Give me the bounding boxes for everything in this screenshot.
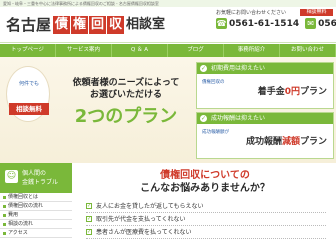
sidebar-item[interactable]: 費用 [0, 211, 72, 220]
fax-icon: ✉ [305, 18, 317, 29]
worry-item: ✓ 友人にお金を貸したが返してもらえない [86, 200, 326, 213]
plan-body: 成功報酬額が 成功報酬減額プラン [197, 124, 333, 159]
sidebar: ☺ 個人間の 金銭トラブル 債権回収とは 債権回収の流れ 費用 相談の流れ アク… [0, 163, 72, 252]
page: 愛知・岐阜・三重を中心に法律事務所による債権回収のご相談 - 名古屋債権回収相談… [0, 0, 336, 252]
sidebar-list: 債権回収とは 債権回収の流れ 費用 相談の流れ アクセス [0, 193, 72, 238]
nav-top[interactable]: トップページ [0, 44, 56, 57]
site-tagline: 愛知・岐阜・三重を中心に法律事務所による債権回収のご相談 - 名古屋債権回収相談… [0, 0, 336, 7]
logo-box: 債 [53, 16, 71, 34]
sidebar-item[interactable]: 債権回収の流れ [0, 202, 72, 211]
contact-label: お気軽にお問い合わせください [216, 10, 287, 16]
hero-headline: 依頼者様のニーズによって お選びいただける 2つのプラン [56, 77, 196, 147]
check-icon: ✓ [200, 115, 207, 122]
hero-line1: 依頼者様のニーズによって [72, 78, 180, 88]
logo-prefix: 名古屋 [6, 16, 52, 34]
plan-head-text: 初期費用は抑えたい [211, 65, 266, 72]
nav-blog[interactable]: ブログ [168, 44, 224, 57]
worry-item: ✓ 取引先が代金を支払ってくれない [86, 213, 326, 226]
ribbon-line1: 何件でも [18, 81, 39, 87]
main-content: 債権回収についての こんなお悩みありませんか？ ✓ 友人にお金を貸したが返してもら… [74, 163, 336, 252]
sidebar-head-line1: 個人間の [22, 170, 47, 177]
sidebar-item[interactable]: アクセス [0, 229, 72, 238]
nav-qa[interactable]: Q ＆ A [112, 44, 168, 57]
logo-box: 収 [107, 16, 125, 34]
worry-text: 取引先が代金を支払ってくれない [96, 216, 186, 223]
plan-card-1[interactable]: ✓ 初期費用は抑えたい 債権回収の 着手金0円プラン [196, 62, 334, 109]
plan-head: ✓ 初期費用は抑えたい [197, 63, 333, 74]
phone-number: 0561-61-1535 [318, 18, 336, 29]
phone-2[interactable]: ✉0561-61-1535 [305, 18, 336, 29]
free-ribbon: 何件でも 相談無料 [6, 66, 50, 122]
sidebar-item[interactable]: 相談の流れ [0, 220, 72, 229]
check-icon: ✓ [86, 216, 92, 222]
plan-head-text: 成功報酬は抑えたい [211, 115, 266, 122]
logo-suffix: 相談室 [126, 17, 166, 32]
logo-box: 権 [71, 16, 89, 34]
check-icon: ✓ [86, 203, 92, 209]
plan-value-prefix: 着手金 [257, 87, 285, 97]
plan-head: ✓ 成功報酬は抑えたい [197, 113, 333, 124]
ribbon-line2: 相談無料 [9, 103, 49, 115]
check-icon: ✓ [86, 229, 92, 235]
section-subtitle: こんなお悩みありませんか？ [140, 183, 270, 194]
nav-contact[interactable]: お問い合わせ [280, 44, 336, 57]
phone-list: ☎0561-61-1514 ✉0561-61-1535 [216, 18, 336, 29]
plan-value-suffix: プラン [299, 87, 327, 97]
section-title: 債権回収についての [160, 170, 250, 181]
plan-value: 成功報酬減額プラン [246, 134, 327, 147]
tagline-text: 愛知・岐阜・三重を中心に法律事務所による債権回収のご相談 - 名古屋債権回収相談… [3, 1, 159, 6]
phone-number: 0561-61-1514 [229, 18, 300, 29]
sidebar-head[interactable]: ☺ 個人間の 金銭トラブル [0, 163, 72, 193]
plan-value-em: 減額 [281, 137, 300, 147]
nav-services[interactable]: サービス案内 [56, 44, 112, 57]
plan-value: 着手金0円プラン [258, 84, 327, 97]
contact-box: お気軽にお問い合わせください 相談無料 ☎0561-61-1514 ✉0561-… [216, 9, 336, 41]
plan-value-em: 0円 [284, 87, 300, 97]
plan-body: 債権回収の 着手金0円プラン [197, 74, 333, 109]
check-icon: ✓ [200, 65, 207, 72]
nav-office[interactable]: 事務所紹介 [224, 44, 280, 57]
worry-list: ✓ 友人にお金を貸したが返してもらえない ✓ 取引先が代金を支払ってくれない ✓ 患者… [86, 200, 326, 239]
plan-value-suffix: プラン [299, 137, 327, 147]
main-nav: トップページ サービス案内 Q ＆ A ブログ 事務所紹介 お問い合わせ [0, 44, 336, 57]
hero-plans-count: 2つのプラン [74, 106, 178, 127]
plan-sub: 債権回収の [202, 80, 225, 85]
sidebar-item[interactable]: 債権回収とは [0, 193, 72, 202]
phone-1[interactable]: ☎ 0561-61-1514 [216, 18, 299, 29]
plan-value-prefix: 成功報酬 [245, 137, 282, 147]
free-consult-badge: 相談無料 [300, 9, 333, 16]
logo-boxes: 債 権 回 収 [53, 16, 125, 34]
worry-text: 患者さんが医療費を払ってくれない [96, 229, 192, 236]
sidebar-head-line2: 金銭トラブル [22, 179, 59, 186]
hero-banner: 何件でも 相談無料 依頼者様のニーズによって お選びいただける 2つのプラン ✓… [0, 57, 336, 163]
plan-sub: 成功報酬額が [202, 130, 229, 135]
worry-text: 友人にお金を貸したが返してもらえない [96, 203, 204, 210]
site-header: 愛知・岐阜・三重を中心に法律事務所による債権回収のご相談 - 名古屋債権回収相談… [0, 0, 336, 43]
plan-card-2[interactable]: ✓ 成功報酬は抑えたい 成功報酬額が 成功報酬減額プラン [196, 112, 334, 159]
person-icon: ☺ [5, 170, 18, 183]
worry-item: ✓ 患者さんが医療費を払ってくれない [86, 226, 326, 239]
logo-box: 回 [89, 16, 107, 34]
phone-icon: ☎ [216, 18, 227, 29]
site-logo[interactable]: 名古屋 債 権 回 収 相談室 [6, 13, 165, 37]
hero-line2: お選びいただける [89, 90, 162, 100]
